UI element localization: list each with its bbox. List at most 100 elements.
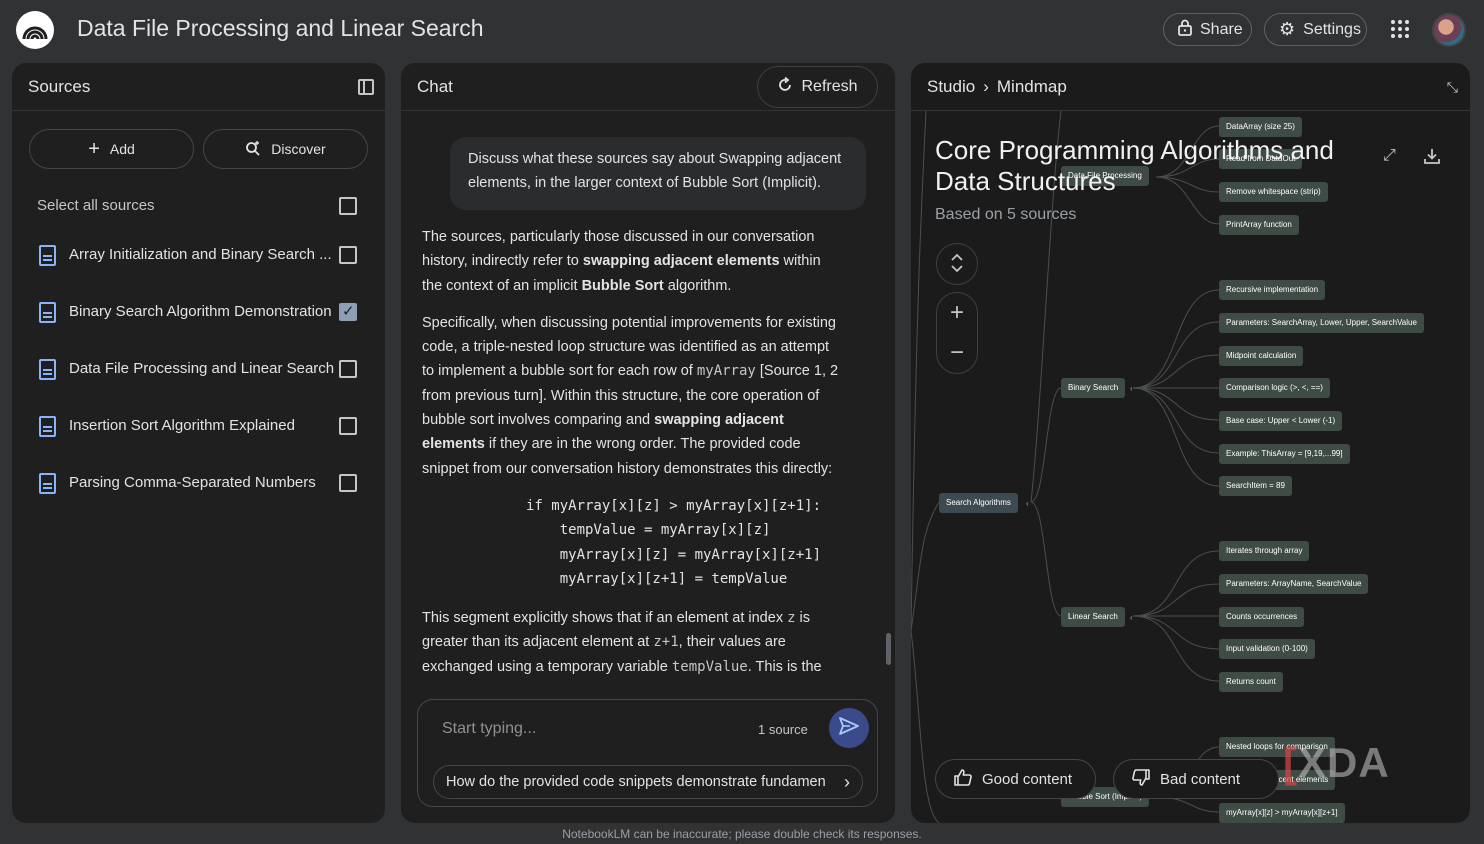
chevron-left-icon[interactable]: ‹ — [1130, 613, 1133, 622]
document-icon — [39, 473, 56, 494]
assistant-response: The sources, particularly those discusse… — [422, 225, 842, 701]
source-item[interactable]: Parsing Comma-Separated Numbers — [12, 463, 385, 503]
breadcrumb-studio[interactable]: Studio — [927, 77, 975, 97]
zoom-controls: + − — [936, 292, 978, 374]
chat-header: Chat Refresh — [401, 63, 895, 111]
gear-icon: ⚙ — [1279, 19, 1296, 39]
select-all-label: Select all sources — [37, 197, 155, 214]
document-icon — [39, 359, 56, 380]
mindmap-node[interactable]: Recursive implementation — [1219, 280, 1326, 300]
expand-collapse-button[interactable] — [936, 243, 978, 285]
select-all-checkbox[interactable] — [339, 197, 357, 215]
good-content-label: Good content — [982, 770, 1073, 788]
studio-header: Studio › Mindmap ⤡ — [911, 63, 1470, 111]
breadcrumb: Studio › Mindmap — [927, 77, 1067, 97]
settings-button[interactable]: ⚙ Settings — [1264, 13, 1367, 46]
suggested-question[interactable]: How do the provided code snippets demons… — [433, 765, 863, 799]
refresh-icon — [777, 76, 793, 98]
download-icon[interactable] — [1423, 147, 1443, 167]
mindmap-node[interactable]: myArray[x][z] > myArray[x][z+1] — [1219, 803, 1345, 823]
sources-header: Sources — [12, 63, 385, 111]
document-icon — [39, 416, 56, 437]
zoom-out-icon[interactable]: − — [950, 339, 964, 367]
mindmap-node[interactable]: Parameters: ArrayName, SearchValue — [1219, 574, 1369, 594]
notebook-title[interactable]: Data File Processing and Linear Search — [77, 15, 484, 42]
unfold-icon — [950, 253, 964, 276]
mindmap-node[interactable]: Search Algorithms — [939, 493, 1018, 513]
chat-title: Chat — [417, 77, 453, 96]
source-checkbox[interactable] — [339, 246, 357, 264]
mindmap-node[interactable]: Example: ThisArray = [9,19,...99] — [1219, 444, 1350, 464]
send-button[interactable] — [829, 708, 869, 748]
mindmap-node[interactable]: Midpoint calculation — [1219, 346, 1304, 366]
chat-panel: Chat Refresh Discuss what these sources … — [401, 63, 895, 823]
zoom-in-icon[interactable]: + — [950, 299, 964, 327]
good-content-button[interactable]: Good content — [935, 759, 1096, 799]
mindmap-node[interactable]: Binary Search — [1061, 378, 1126, 398]
chat-input-box: Start typing... 1 source How do the prov… — [417, 699, 878, 807]
collapse-icon[interactable]: ⤡ — [1447, 79, 1458, 96]
bad-content-label: Bad content — [1160, 770, 1241, 788]
discover-button[interactable]: Discover — [203, 129, 368, 169]
mindmap-node[interactable]: Linear Search — [1061, 607, 1125, 627]
breadcrumb-mindmap: Mindmap — [996, 77, 1067, 96]
discover-label: Discover — [271, 141, 326, 157]
user-message: Discuss what these sources say about Swa… — [450, 137, 866, 210]
refresh-button[interactable]: Refresh — [757, 66, 878, 108]
chevron-right-icon: › — [983, 77, 989, 96]
notebooklm-logo-icon[interactable] — [16, 11, 54, 49]
document-icon — [39, 302, 56, 323]
source-item[interactable]: Binary Search Algorithm Demonstration — [12, 292, 385, 332]
source-item[interactable]: Data File Processing and Linear Search — [12, 349, 385, 389]
mindmap-node[interactable]: Base case: Upper < Lower (-1) — [1219, 411, 1343, 431]
source-label: Binary Search Algorithm Demonstration — [69, 303, 332, 320]
mindmap-node[interactable]: Parameters: SearchArray, Lower, Upper, S… — [1219, 313, 1424, 333]
mindmap-node[interactable]: Comparison logic (>, <, ==) — [1219, 378, 1330, 398]
chat-input[interactable]: Start typing... — [442, 720, 536, 738]
source-item[interactable]: Insertion Sort Algorithm Explained — [12, 406, 385, 446]
mindmap-node[interactable]: PrintArray function — [1219, 215, 1299, 235]
sources-title: Sources — [28, 77, 91, 96]
watermark-logo: [XDA — [1283, 739, 1390, 786]
fullscreen-icon[interactable]: ⤢ — [1383, 147, 1403, 167]
thumbs-down-icon — [1132, 768, 1150, 790]
response-paragraph: The sources, particularly those discusse… — [422, 229, 821, 294]
response-paragraph: This segment explicitly shows that if an… — [422, 609, 822, 675]
suggestion-label: How do the provided code snippets demons… — [446, 774, 826, 790]
document-icon — [39, 245, 56, 266]
chat-scrollbar[interactable] — [886, 633, 891, 665]
sources-panel: Sources + Add Discover Select all source… — [12, 63, 385, 823]
collapse-panel-icon[interactable] — [358, 79, 374, 95]
disclaimer: NotebookLM can be inaccurate; please dou… — [562, 827, 922, 841]
settings-label: Settings — [1303, 20, 1361, 38]
apps-grid-icon[interactable] — [1389, 18, 1411, 40]
mindmap-node[interactable]: Returns count — [1219, 672, 1283, 692]
source-checkbox[interactable] — [339, 360, 357, 378]
discover-search-icon — [245, 140, 261, 159]
chevron-right-icon: › — [844, 772, 850, 792]
bad-content-button[interactable]: Bad content — [1113, 759, 1279, 799]
source-label: Insertion Sort Algorithm Explained — [69, 417, 295, 434]
mindmap-node[interactable]: Input validation (0-100) — [1219, 639, 1315, 659]
top-bar: Data File Processing and Linear Search S… — [0, 0, 1484, 60]
mindmap-node[interactable]: SearchItem = 89 — [1219, 476, 1292, 496]
source-label: Data File Processing and Linear Search — [69, 360, 335, 377]
source-item[interactable]: Array Initialization and Binary Search .… — [12, 235, 385, 275]
send-icon — [839, 716, 859, 740]
plus-icon: + — [88, 138, 100, 160]
add-source-button[interactable]: + Add — [29, 129, 194, 169]
avatar[interactable] — [1432, 13, 1466, 47]
code-snippet: if myArray[x][z] > myArray[x][z+1]: temp… — [526, 497, 822, 588]
chevron-left-icon[interactable]: ‹ — [1026, 499, 1029, 508]
mindmap-node[interactable]: Iterates through array — [1219, 541, 1310, 561]
share-label: Share — [1200, 20, 1243, 38]
mindmap-node[interactable]: DataArray (size 25) — [1219, 117, 1302, 137]
source-checkbox[interactable] — [339, 417, 357, 435]
source-checkbox[interactable] — [339, 474, 357, 492]
mindmap-node[interactable]: Counts occurrences — [1219, 607, 1305, 627]
chevron-left-icon[interactable]: ‹ — [1130, 384, 1133, 393]
source-checkbox[interactable] — [339, 302, 357, 321]
share-button[interactable]: Share — [1163, 13, 1252, 46]
lock-icon — [1178, 19, 1192, 41]
source-label: Parsing Comma-Separated Numbers — [69, 474, 316, 491]
